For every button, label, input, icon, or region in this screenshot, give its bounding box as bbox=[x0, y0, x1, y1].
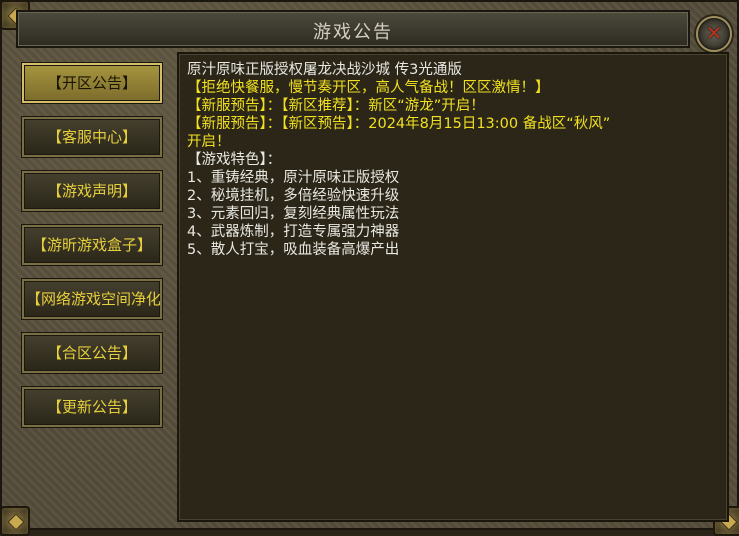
title-bar: 游戏公告 bbox=[16, 10, 690, 48]
content-line: 开启！ bbox=[187, 134, 231, 150]
sidebar-item-customer-service[interactable]: 【客服中心】 bbox=[22, 117, 162, 157]
content-line: 【新服预告】：【新区预告】：2024年8月15日13:00 备战区“秋风” bbox=[187, 116, 611, 132]
content-line: 3、元素回归，复刻经典属性玩法 bbox=[187, 206, 400, 222]
sidebar-item-server-merge-notice[interactable]: 【合区公告】 bbox=[22, 333, 162, 373]
content-line: 原汁原味正版授权屠龙决战沙城 传3光通版 bbox=[187, 62, 462, 78]
window-title: 游戏公告 bbox=[313, 22, 393, 43]
sidebar-item-update-notice[interactable]: 【更新公告】 bbox=[22, 387, 162, 427]
close-x-icon: ✕ bbox=[705, 21, 723, 45]
sidebar-item-cyberspace-cleanup[interactable]: 【网络游戏空间净化 bbox=[22, 279, 162, 319]
content-line: 【游戏特色】： bbox=[187, 152, 282, 168]
announcement-window: 游戏公告 ✕ 【开区公告】 【客服中心】 【游戏声明】 【游昕游戏盒子】 【网络… bbox=[0, 0, 739, 536]
content-line: 1、重铸经典，原汁原味正版授权 bbox=[187, 170, 400, 186]
content-line: 5、散人打宝，吸血装备高爆产出 bbox=[187, 242, 400, 258]
sidebar-item-server-open-notice[interactable]: 【开区公告】 bbox=[22, 63, 162, 103]
content-line: 2、秘境挂机，多倍经验快速升级 bbox=[187, 188, 400, 204]
close-button[interactable]: ✕ bbox=[696, 16, 732, 52]
announcement-content: 原汁原味正版授权屠龙决战沙城 传3光通版 【拒绝快餐服，慢节奏开区，高人气备战！… bbox=[177, 52, 729, 522]
sidebar-item-game-box[interactable]: 【游昕游戏盒子】 bbox=[22, 225, 162, 265]
sidebar-item-game-statement[interactable]: 【游戏声明】 bbox=[22, 171, 162, 211]
corner-ornament-bottom-left bbox=[0, 506, 30, 536]
content-line: 【拒绝快餐服，慢节奏开区，高人气备战！区区激情！】 bbox=[187, 80, 550, 96]
content-line: 4、武器炼制，打造专属强力神器 bbox=[187, 224, 400, 240]
content-line: 【新服预告】：【新区推荐】：新区“游龙”开启！ bbox=[187, 98, 485, 114]
